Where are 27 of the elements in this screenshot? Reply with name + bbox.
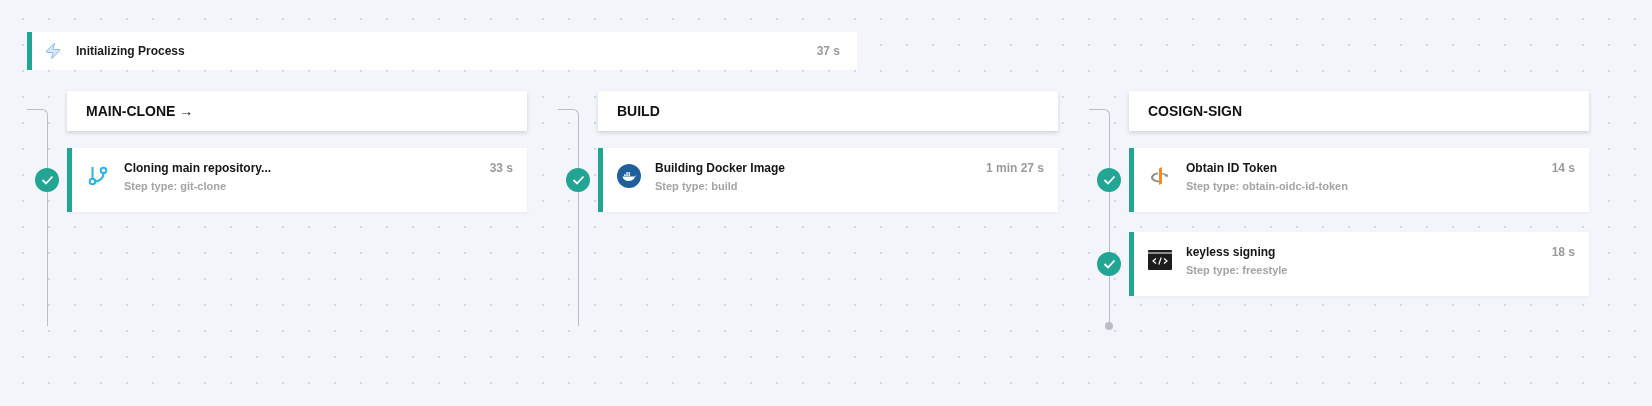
step-type: Step type: build [655,180,739,192]
process-title: Initializing Process [76,44,186,58]
step-duration: 14 s [1551,161,1575,175]
step-type: Step type: freestyle [1186,264,1289,276]
step-card[interactable]: Cloning main repository... Step type: git-clone 33 s [67,148,527,212]
stage-header[interactable]: COSIGN-SIGN [1129,91,1589,131]
code-terminal-icon [1148,250,1172,270]
step-type: Step type: obtain-oidc-id-token [1186,180,1349,192]
lightning-icon [44,42,62,60]
step-card[interactable]: keyless signing Step type: freestyle 18 s [1129,232,1589,296]
stage-header[interactable]: BUILD [598,91,1058,131]
step-title: Building Docker Image [655,161,787,175]
step-title: Obtain ID Token [1186,161,1279,175]
process-bar[interactable]: Initializing Process 37 s [27,32,857,70]
step-card[interactable]: Building Docker Image Step type: build 1 min 27 s [598,148,1058,212]
step-duration: 33 s [489,161,513,175]
step-card[interactable]: Obtain ID Token Step type: obtain-oidc-id-token 14 s [1129,148,1589,212]
line-end-dot [1105,322,1113,330]
process-duration: 37 s [816,44,840,58]
step-duration: 1 min 27 s [985,161,1044,175]
stage-header[interactable]: MAIN-CLONE → [67,91,527,131]
step-type: Step type: git-clone [124,180,228,192]
whale-icon [617,164,641,188]
step-title: keyless signing [1186,245,1277,259]
git-branch-icon [87,165,109,187]
step-duration: 18 s [1551,245,1575,259]
step-title: Cloning main repository... [124,161,273,175]
